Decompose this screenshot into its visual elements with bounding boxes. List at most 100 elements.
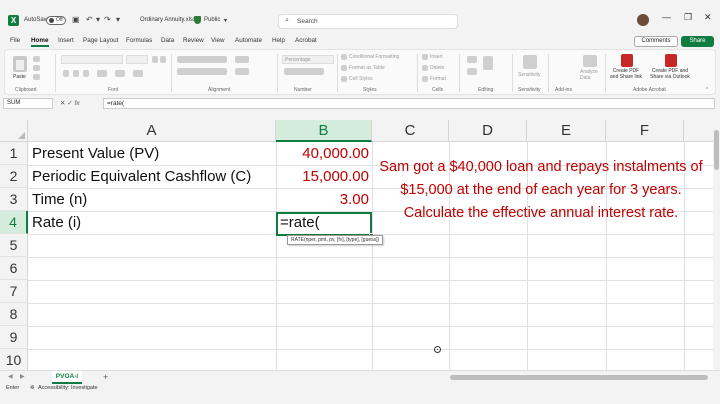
row-header-1[interactable]: 1: [0, 142, 28, 165]
row-header-6[interactable]: 6: [0, 257, 28, 280]
create-pdf-outlook-icon[interactable]: [665, 54, 677, 67]
merge-center-icon[interactable]: [235, 68, 249, 75]
cell-a1[interactable]: Present Value (PV): [32, 145, 159, 162]
insert-button[interactable]: Insert: [430, 54, 443, 60]
comments-button[interactable]: Comments: [634, 36, 678, 47]
column-header-e[interactable]: E: [527, 120, 606, 142]
previous-sheet-icon[interactable]: ◀: [8, 373, 13, 380]
sensitivity-dropdown-icon[interactable]: ▾: [224, 17, 227, 24]
create-pdf-outlook-button[interactable]: Create PDF and Share via Outlook: [647, 68, 693, 80]
format-as-table-button[interactable]: Format as Table: [349, 65, 385, 71]
restore-icon[interactable]: ❐: [684, 12, 692, 23]
row-header-4[interactable]: 4: [0, 211, 28, 234]
tab-data[interactable]: Data: [161, 37, 174, 44]
number-format-icons[interactable]: [284, 68, 324, 75]
autosum-icon[interactable]: [467, 56, 477, 63]
tab-acrobat[interactable]: Acrobat: [295, 37, 317, 44]
row-header-10[interactable]: 10: [0, 349, 28, 370]
cell-a4[interactable]: Rate (i): [32, 214, 81, 231]
tab-view[interactable]: View: [211, 37, 225, 44]
borders-icon[interactable]: [97, 70, 107, 77]
collapse-ribbon-icon[interactable]: ⌃: [705, 87, 709, 93]
confirm-entry-icon[interactable]: ✓: [67, 100, 72, 107]
column-header-d[interactable]: D: [449, 120, 527, 142]
tab-review[interactable]: Review: [183, 37, 204, 44]
redo-icon[interactable]: ↷: [104, 15, 111, 25]
column-header-f[interactable]: F: [606, 120, 684, 142]
create-pdf-share-icon[interactable]: [621, 54, 633, 67]
select-all-corner[interactable]: [0, 120, 28, 142]
cell-b1[interactable]: 40,000.00: [279, 145, 369, 162]
cancel-entry-icon[interactable]: ✕: [60, 100, 65, 107]
sensitivity-label[interactable]: Public: [204, 17, 220, 23]
font-size-field[interactable]: [126, 55, 148, 64]
wrap-text-icon[interactable]: [235, 56, 249, 63]
share-button[interactable]: Share: [681, 36, 714, 47]
fill-color-icon[interactable]: [115, 70, 125, 77]
tab-formulas[interactable]: Formulas: [126, 37, 152, 44]
column-header-a[interactable]: A: [28, 120, 276, 142]
search-box[interactable]: ⌕ Search: [278, 14, 458, 29]
row-header-5[interactable]: 5: [0, 234, 28, 257]
avatar[interactable]: [637, 14, 649, 26]
vertical-align-icons[interactable]: [177, 56, 227, 63]
cut-icon[interactable]: [33, 56, 40, 62]
name-box[interactable]: SUM: [3, 98, 53, 109]
formula-input[interactable]: =rate(: [103, 98, 715, 109]
minimize-icon[interactable]: —: [662, 12, 671, 22]
row-header-7[interactable]: 7: [0, 280, 28, 303]
font-color-icon[interactable]: [133, 70, 143, 77]
function-tooltip[interactable]: RATE(nper, pmt, pv, [fv], [type], [guess…: [287, 235, 384, 245]
create-pdf-share-button[interactable]: Create PDF and Share link: [608, 68, 644, 80]
autosave-toggle[interactable]: Off: [46, 16, 66, 25]
underline-icon[interactable]: [83, 70, 89, 77]
cell-b3[interactable]: 3.00: [279, 191, 369, 208]
copy-icon[interactable]: [33, 65, 40, 71]
analyze-data-button[interactable]: Analyze Data: [580, 69, 600, 81]
add-sheet-button[interactable]: +: [103, 372, 108, 382]
customize-toolbar-icon[interactable]: ▾: [116, 15, 120, 25]
tab-insert[interactable]: Insert: [58, 37, 74, 44]
save-icon[interactable]: ▣: [72, 15, 80, 25]
row-header-2[interactable]: 2: [0, 165, 28, 188]
undo-dropdown-icon[interactable]: ▾: [96, 15, 100, 25]
sort-filter-icon[interactable]: [483, 56, 493, 70]
undo-icon[interactable]: ↶: [86, 15, 93, 25]
cell-b2[interactable]: 15,000.00: [279, 168, 369, 185]
sheet-tab-pvoa-i[interactable]: PVOA-i: [52, 371, 82, 384]
file-name[interactable]: Ordinary Annuity.xlsx: [140, 17, 196, 23]
row-header-8[interactable]: 8: [0, 303, 28, 326]
tab-file[interactable]: File: [10, 37, 20, 44]
sensitivity-button[interactable]: Sensitivity: [518, 72, 541, 78]
conditional-formatting-button[interactable]: Conditional Formatting: [349, 54, 399, 60]
column-header-c[interactable]: C: [372, 120, 449, 142]
font-name-field[interactable]: [61, 55, 123, 64]
delete-button[interactable]: Delete: [430, 65, 444, 71]
tab-home[interactable]: Home: [31, 37, 49, 47]
paste-icon[interactable]: [13, 56, 27, 72]
paste-label[interactable]: Paste: [13, 74, 26, 80]
vertical-scrollbar[interactable]: [713, 120, 720, 370]
close-icon[interactable]: ✕: [704, 12, 712, 23]
cell-a2[interactable]: Periodic Equivalent Cashflow (C): [32, 168, 251, 185]
row-header-3[interactable]: 3: [0, 188, 28, 211]
analyze-data-icon[interactable]: [583, 55, 597, 67]
cell-styles-button[interactable]: Cell Styles: [349, 76, 373, 82]
column-header-b[interactable]: B: [276, 120, 372, 142]
tab-page-layout[interactable]: Page Layout: [83, 37, 118, 44]
cell-a3[interactable]: Time (n): [32, 191, 87, 208]
next-sheet-icon[interactable]: ▶: [20, 373, 25, 380]
number-format-field[interactable]: Percentage: [282, 55, 334, 64]
accessibility-status[interactable]: Accessibility: Investigate: [38, 385, 98, 391]
horizontal-scrollbar[interactable]: [450, 375, 708, 380]
tab-help[interactable]: Help: [272, 37, 285, 44]
worksheet-grid[interactable]: A B C D E F 1 2 3 4 5 6 7 8 9 10 Present…: [0, 120, 713, 370]
column-header-g[interactable]: [684, 120, 713, 142]
format-button[interactable]: Format: [430, 76, 446, 82]
bold-icon[interactable]: [63, 70, 69, 77]
horizontal-align-icons[interactable]: [177, 68, 227, 75]
italic-icon[interactable]: [73, 70, 79, 77]
format-painter-icon[interactable]: [33, 74, 40, 80]
row-header-9[interactable]: 9: [0, 326, 28, 349]
fill-icon[interactable]: [467, 68, 477, 75]
